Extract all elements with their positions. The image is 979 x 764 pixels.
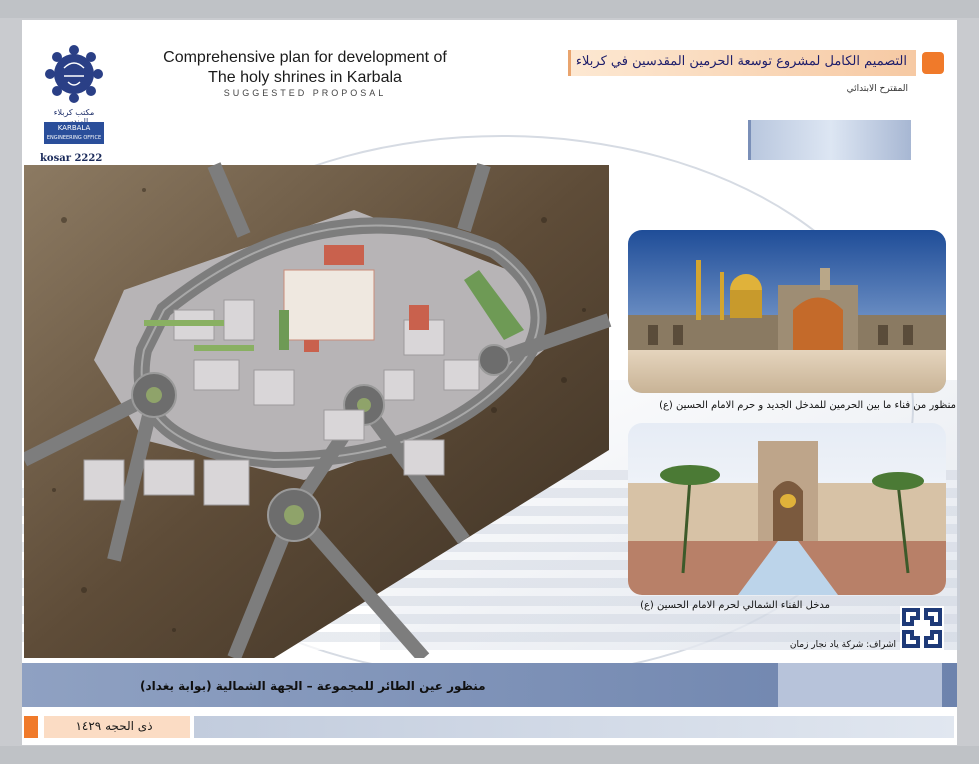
- supervision-credit: اشراف: شركة ياد نجار زمان: [789, 640, 896, 650]
- photo1-caption: منظور من فناء ما بين الحرمين للمدخل الجد…: [659, 400, 956, 411]
- photo2-caption: مدخل الفناء الشمالي لحرم الامام الحسين (…: [640, 600, 830, 611]
- main-caption: منظور عين الطائر للمجموعة – الجهة الشمال…: [140, 679, 486, 693]
- shrine-perspective-photo: [628, 230, 946, 393]
- date-strip: [194, 716, 954, 738]
- logo-subname: ENGINEERING OFFICE: [46, 135, 102, 141]
- logo-name: KARBALA: [57, 124, 91, 132]
- logo-name-box: KARBALA ENGINEERING OFFICE: [44, 122, 104, 144]
- karbala-office-logo: [45, 45, 103, 103]
- company-mark-icon: [900, 606, 944, 650]
- decorative-blue-strip: [748, 120, 911, 160]
- arabic-title: التصميم الكامل لمشروع توسعة الحرمين المق…: [575, 54, 907, 69]
- top-border: [0, 0, 979, 18]
- date-label: ذى الحجه ١٤٢٩: [75, 719, 153, 733]
- title-line-2: The holy shrines in Karbala: [208, 69, 402, 86]
- title-line-1: Comprehensive plan for development of: [163, 49, 447, 66]
- aerial-perspective-image: [24, 162, 612, 658]
- bottom-border: [0, 746, 979, 764]
- north-court-entrance-photo: [628, 423, 946, 595]
- orange-square-icon: [922, 52, 944, 74]
- page-title: Comprehensive plan for development of Th…: [150, 48, 460, 88]
- caption-bar-highlight: [778, 663, 942, 707]
- page-subtitle: Suggested Proposal: [223, 88, 387, 98]
- date-marker: [24, 716, 38, 738]
- arabic-subtitle: المقترح الابتدائي: [846, 84, 908, 94]
